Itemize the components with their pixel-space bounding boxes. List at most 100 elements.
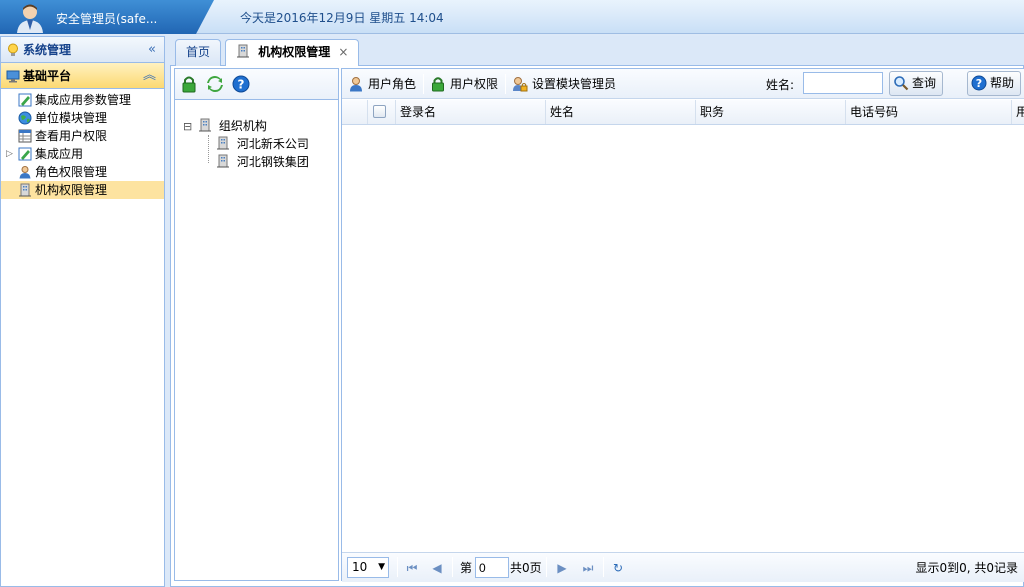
left-nav-panel: 系统管理 « 基础平台 ︽ 集成应用参数管理 单位模块管理 查看用户权限 ▷ 集… <box>0 36 165 587</box>
pager-separator <box>603 557 604 577</box>
pager-separator <box>452 557 453 577</box>
section-label: 基础平台 <box>23 69 72 83</box>
tree-line <box>208 135 209 163</box>
svg-text:?: ? <box>976 77 982 90</box>
expand-arrow-icon[interactable]: ▷ <box>6 145 13 163</box>
sidebar-item-label: 集成应用参数管理 <box>35 93 132 107</box>
section-label: 系统管理 <box>23 43 72 57</box>
sidebar-item-label: 查看用户权限 <box>35 129 108 143</box>
building-icon <box>237 44 249 58</box>
pager-separator <box>546 557 547 577</box>
query-button[interactable]: 查询 <box>889 71 944 96</box>
pager-info-label: 显示0到0, 共0记录 <box>915 561 1018 575</box>
collapse-up-icon[interactable]: ︽ <box>143 63 156 89</box>
name-label: 姓名: <box>766 78 795 92</box>
search-icon <box>894 76 909 91</box>
monitor-icon <box>6 70 20 83</box>
button-label: 帮助 <box>990 76 1015 90</box>
table-icon <box>18 129 32 143</box>
collapse-left-icon[interactable]: « <box>148 37 156 63</box>
top-header: 安全管理员(safe... 今天是2016年12月9日 星期五 14:04 <box>0 0 1024 34</box>
tree-node-hebei-xinhe[interactable]: 河北新禾公司 <box>216 135 309 153</box>
button-label: 查询 <box>912 76 937 90</box>
page-prefix-label: 第 <box>460 561 473 575</box>
column-header-name[interactable]: 姓名 <box>546 100 696 124</box>
page-size-value: 10 <box>352 560 368 574</box>
last-page-icon[interactable]: ⏭ <box>581 561 595 575</box>
building-icon <box>217 154 229 168</box>
lightbulb-icon <box>8 43 18 56</box>
user-role-button[interactable]: 用户角色 <box>348 75 416 93</box>
user-icon <box>350 77 362 92</box>
org-tree-panel: ? ⊟ 组织机构 河北新禾公司 河北钢铁集团 <box>174 68 339 581</box>
section-base-platform[interactable]: 基础平台 ︽ <box>1 63 164 89</box>
chevron-down-icon: ▼ <box>378 562 385 572</box>
globe-icon <box>18 111 32 125</box>
close-icon[interactable]: × <box>338 45 348 59</box>
sidebar-item-label: 集成应用 <box>35 147 84 161</box>
prev-page-icon[interactable]: ◀ <box>430 561 444 575</box>
page-number-input[interactable] <box>475 557 509 578</box>
sidebar-item-label: 单位模块管理 <box>35 111 108 125</box>
section-system-management[interactable]: 系统管理 « <box>1 37 164 63</box>
main-content: ? ⊟ 组织机构 河北新禾公司 河北钢铁集团 用户角色 用户权限 设置模块管理员… <box>170 66 1024 587</box>
sidebar-item-org-perm[interactable]: 机构权限管理 <box>1 181 164 199</box>
button-label: 用户权限 <box>450 77 499 91</box>
tree-root[interactable]: ⊟ 组织机构 <box>183 117 267 135</box>
row-number-column <box>342 100 368 124</box>
building-icon <box>199 118 212 132</box>
name-search-input[interactable] <box>803 72 883 94</box>
toolbar-separator <box>423 74 424 94</box>
sidebar-item-role-perm[interactable]: 角色权限管理 <box>1 163 164 181</box>
user-grid-panel: 用户角色 用户权限 设置模块管理员 姓名: 查询 ? 帮助 登录名 姓名 职务 … <box>341 68 1024 582</box>
tab-org-perm[interactable]: 机构权限管理 × <box>225 39 360 67</box>
lock-icon[interactable] <box>180 75 198 93</box>
sidebar-item-integrated-app[interactable]: ▷ 集成应用 <box>1 145 164 163</box>
tab-home[interactable]: 首页 <box>175 39 222 66</box>
next-page-icon[interactable]: ▶ <box>555 561 569 575</box>
grid-header: 登录名 姓名 职务 电话号码 用 <box>342 100 1024 125</box>
help-button[interactable]: ? 帮助 <box>967 71 1022 96</box>
user-badge: 安全管理员(safe... <box>0 0 214 34</box>
tree-toggle-icon[interactable]: ⊟ <box>183 120 192 133</box>
user-avatar-icon <box>17 4 43 33</box>
building-icon <box>19 183 31 197</box>
refresh-icon[interactable] <box>206 75 224 93</box>
tab-label: 首页 <box>186 45 211 59</box>
edit-form-icon <box>18 147 32 161</box>
pagination-bar: 10 ▼ ⏮ ◀ 第 共0页 ▶ ⏭ ↻ 显示0到0, 共0记录 <box>342 552 1024 582</box>
tab-label: 机构权限管理 <box>258 45 331 59</box>
sidebar-item-unit-module[interactable]: 单位模块管理 <box>1 109 164 127</box>
page-total-label: 共0页 <box>510 561 542 575</box>
user-icon <box>19 166 31 179</box>
pager-separator <box>397 557 398 577</box>
tree-node-label: 河北钢铁集团 <box>236 155 309 169</box>
tree-node-label: 河北新禾公司 <box>236 137 309 151</box>
lock-icon <box>432 77 444 92</box>
svg-text:?: ? <box>238 78 245 92</box>
tree-node-hebei-steel[interactable]: 河北钢铁集团 <box>216 153 309 171</box>
help-icon: ? <box>971 75 987 91</box>
building-icon <box>217 136 229 150</box>
column-header-phone[interactable]: 电话号码 <box>846 100 1012 124</box>
sidebar-item-label: 机构权限管理 <box>35 183 108 197</box>
admin-lock-icon <box>513 77 528 92</box>
help-icon[interactable]: ? <box>232 75 250 93</box>
username-label: 安全管理员(safe... <box>56 12 158 26</box>
edit-form-icon <box>18 93 32 107</box>
sidebar-item-app-params[interactable]: 集成应用参数管理 <box>1 91 164 109</box>
grid-toolbar: 用户角色 用户权限 设置模块管理员 姓名: 查询 ? 帮助 <box>342 69 1024 99</box>
select-all-checkbox[interactable] <box>373 105 386 118</box>
column-header-login[interactable]: 登录名 <box>396 100 546 124</box>
button-label: 用户角色 <box>368 77 417 91</box>
column-header-truncated[interactable]: 用 <box>1012 100 1024 124</box>
page-size-select[interactable]: 10 ▼ <box>347 557 389 578</box>
tree-node-label: 组织机构 <box>218 119 267 133</box>
first-page-icon[interactable]: ⏮ <box>405 561 419 575</box>
refresh-icon[interactable]: ↻ <box>611 561 625 575</box>
toolbar-separator <box>505 74 506 94</box>
sidebar-item-view-user-perm[interactable]: 查看用户权限 <box>1 127 164 145</box>
user-permission-button[interactable]: 用户权限 <box>430 75 498 93</box>
column-header-position[interactable]: 职务 <box>696 100 846 124</box>
set-module-admin-button[interactable]: 设置模块管理员 <box>512 75 616 93</box>
